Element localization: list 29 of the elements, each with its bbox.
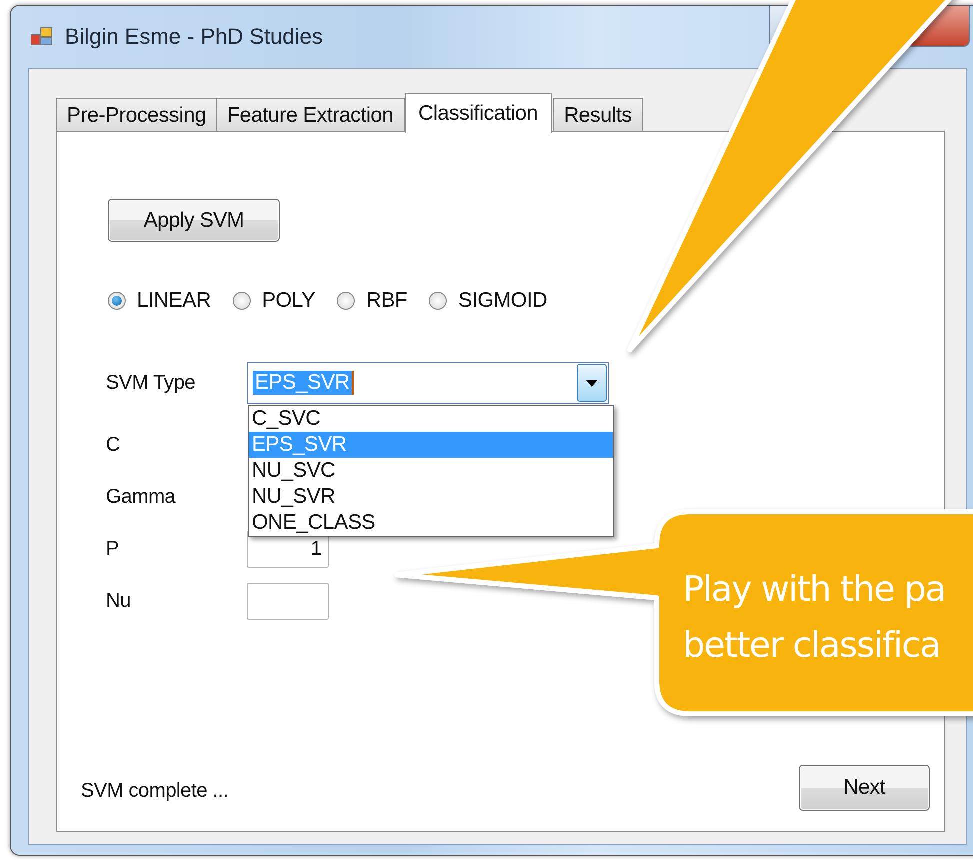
radio-button[interactable] — [337, 292, 356, 310]
app-icon — [31, 27, 53, 47]
dropdown-option[interactable]: C_SVC — [249, 406, 613, 432]
input-field[interactable] — [247, 582, 329, 620]
field-label: Gamma — [106, 484, 177, 510]
field-label: C — [106, 432, 122, 458]
tab[interactable]: Results — [553, 98, 643, 132]
radio-button[interactable] — [429, 292, 448, 310]
field-label: Nu — [106, 588, 132, 614]
radio-button[interactable] — [233, 292, 252, 310]
selected-text: EPS_SVR — [253, 371, 354, 395]
window-title: Bilgin Esme - PhD Studies — [65, 24, 323, 50]
radio-label[interactable]: SIGMOID — [458, 289, 548, 313]
field-label: SVM Type — [106, 370, 196, 396]
field-label: P — [106, 536, 120, 562]
tab[interactable]: Classification — [404, 93, 552, 133]
callout-text: better classifica — [683, 625, 942, 668]
dropdown-option[interactable]: NU_SVC — [249, 458, 613, 484]
tab[interactable]: Pre-Processing — [56, 98, 218, 132]
radio-label[interactable]: POLY — [262, 289, 316, 313]
dropdown-option[interactable]: NU_SVR — [249, 484, 613, 510]
status-text: SVM complete ... — [81, 780, 228, 803]
next-button[interactable]: Next — [799, 765, 930, 811]
apply-svm-button[interactable]: Apply SVM — [108, 199, 280, 242]
tab[interactable]: Feature Extraction — [216, 98, 405, 132]
radio-label[interactable]: RBF — [366, 289, 408, 313]
callout-text: Play with the pa — [683, 569, 947, 612]
radio-label[interactable]: LINEAR — [137, 289, 212, 313]
radio-button[interactable] — [108, 292, 126, 310]
